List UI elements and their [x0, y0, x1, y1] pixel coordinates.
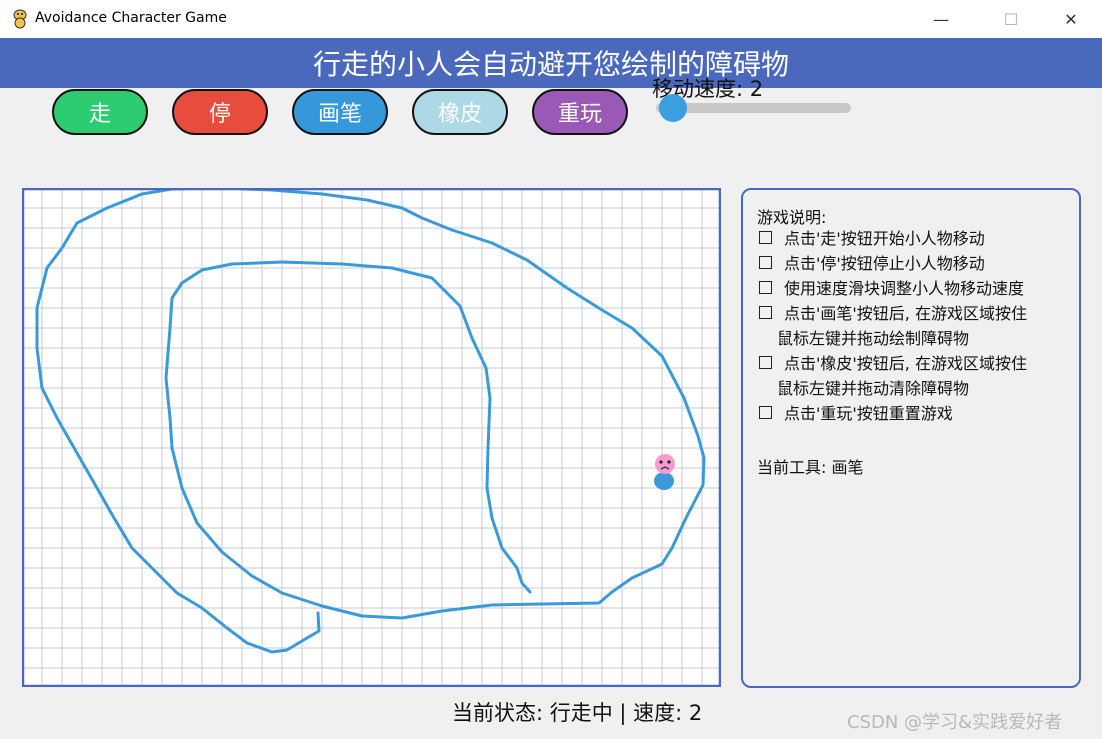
eraser-button[interactable]: 橡皮	[412, 89, 508, 135]
checkbox-icon	[759, 306, 772, 319]
instruction-text: 点击'走'按钮开始小人物移动	[784, 229, 985, 248]
watermark: CSDN @学习&实践爱好者	[847, 712, 1063, 733]
maximize-button[interactable]: ☐	[988, 0, 1034, 38]
instruction-text: 点击'重玩'按钮重置游戏	[784, 404, 953, 423]
checkbox-icon	[759, 281, 772, 294]
instruction-text-continued: 鼠标左键并拖动绘制障碍物	[777, 329, 970, 348]
instruction-item: 使用速度滑块调整小人物移动速度	[759, 276, 1079, 301]
checkbox-icon	[759, 356, 772, 369]
instruction-item: 点击'画笔'按钮后, 在游戏区域按住 鼠标左键并拖动绘制障碍物	[759, 301, 1079, 351]
python-snake-icon	[13, 9, 27, 29]
instruction-item: 点击'橡皮'按钮后, 在游戏区域按住 鼠标左键并拖动清除障碍物	[759, 351, 1079, 401]
instruction-item: 点击'走'按钮开始小人物移动	[759, 226, 1079, 251]
instruction-text: 点击'橡皮'按钮后, 在游戏区域按住	[784, 354, 1027, 373]
instructions-panel: 游戏说明: 点击'走'按钮开始小人物移动 点击'停'按钮停止小人物移动 使用速度…	[741, 188, 1081, 688]
status-bar: 当前状态: 行走中 | 速度: 2	[452, 701, 703, 725]
minimize-button[interactable]: —	[918, 0, 964, 38]
instruction-text: 点击'画笔'按钮后, 在游戏区域按住	[784, 304, 1027, 323]
instruction-text: 使用速度滑块调整小人物移动速度	[784, 279, 1025, 298]
game-canvas[interactable]	[22, 188, 721, 687]
instruction-item: 点击'重玩'按钮重置游戏	[759, 401, 1079, 426]
walk-button[interactable]: 走	[52, 89, 148, 135]
window-title: Avoidance Character Game	[35, 10, 227, 26]
restart-button[interactable]: 重玩	[532, 89, 628, 135]
instructions-title: 游戏说明:	[757, 208, 827, 227]
pen-button[interactable]: 画笔	[292, 89, 388, 135]
stop-button[interactable]: 停	[172, 89, 268, 135]
close-button[interactable]: ✕	[1048, 0, 1094, 38]
checkbox-icon	[759, 231, 772, 244]
game-header: 行走的小人会自动避开您绘制的障碍物	[0, 38, 1102, 88]
instruction-text-continued: 鼠标左键并拖动清除障碍物	[777, 379, 970, 398]
checkbox-icon	[759, 256, 772, 269]
instruction-item: 点击'停'按钮停止小人物移动	[759, 251, 1079, 276]
current-tool-label: 当前工具: 画笔	[757, 458, 864, 477]
window-titlebar: Avoidance Character Game — ☐ ✕	[0, 0, 1102, 39]
instruction-text: 点击'停'按钮停止小人物移动	[784, 254, 985, 273]
checkbox-icon	[759, 406, 772, 419]
speed-slider-thumb[interactable]	[659, 94, 687, 122]
